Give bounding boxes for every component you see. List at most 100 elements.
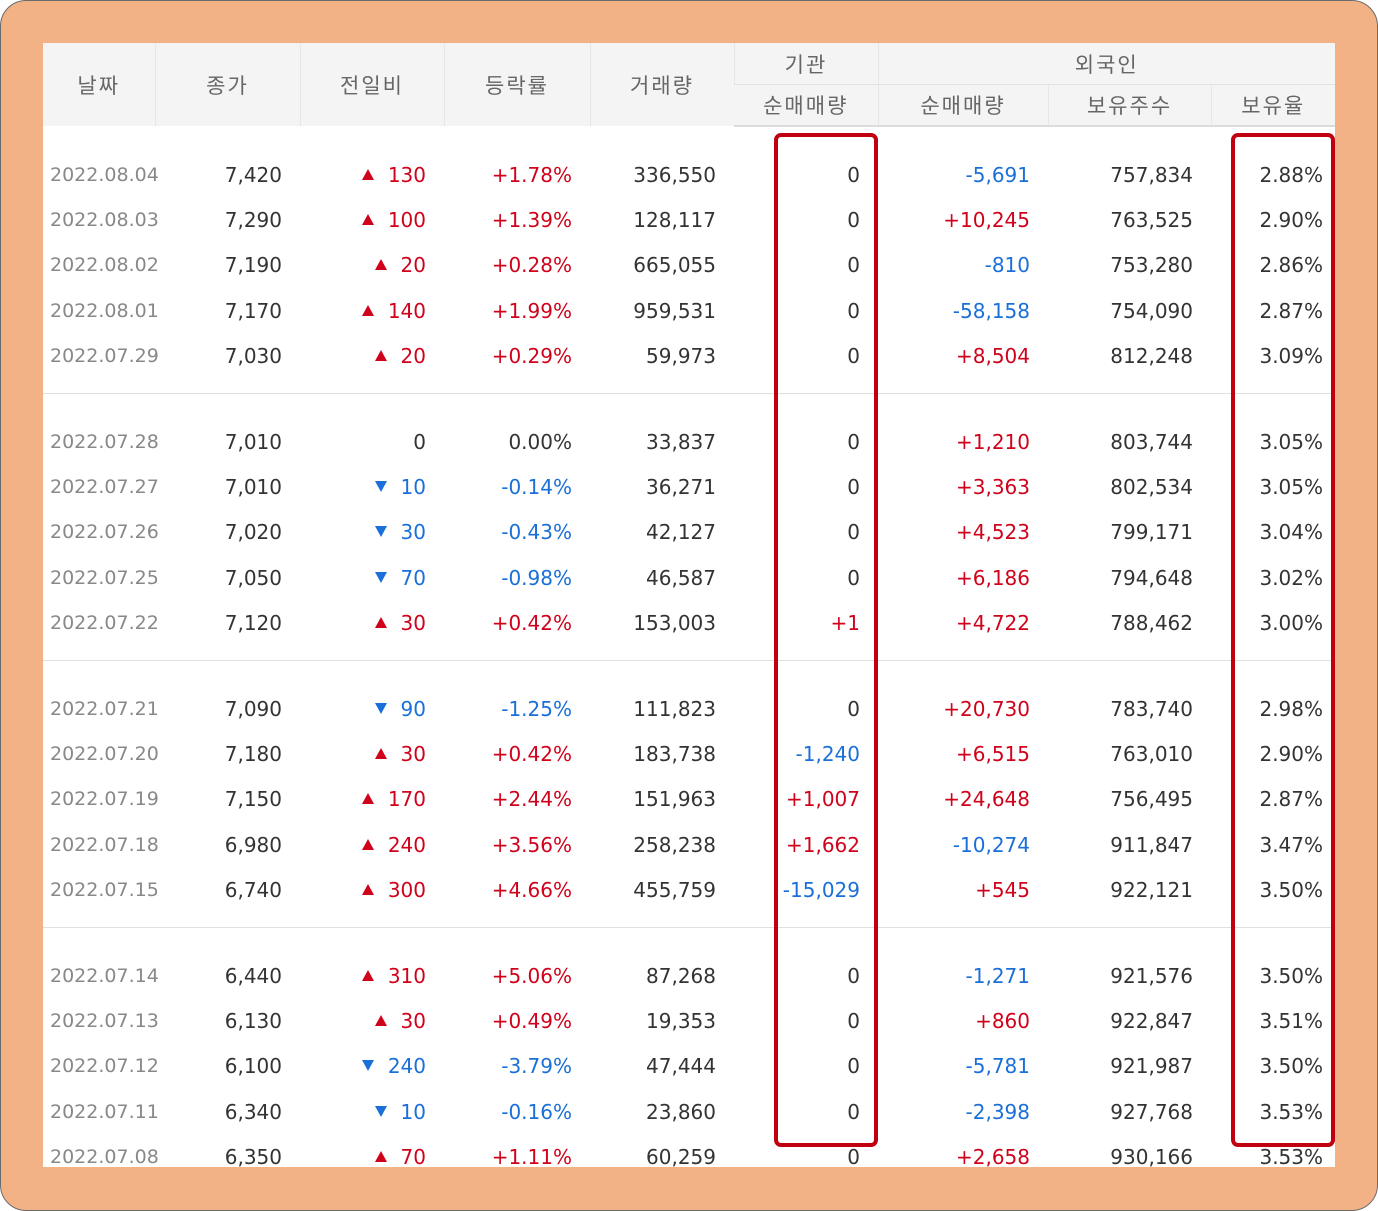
spacer-cell: [43, 646, 1335, 660]
stock-table-panel: 날짜 종가 전일비 등락률 거래량 기관 외국인 순매매량 순매매량 보유주수 …: [43, 43, 1335, 1167]
change-value: 0: [413, 429, 426, 454]
change-value: 30: [400, 1008, 426, 1033]
rate-cell: +5.06%: [491, 963, 572, 988]
volume-cell: 23,860: [646, 1099, 716, 1124]
change-cell: 10: [300, 464, 444, 509]
volume-cell: 151,963: [633, 787, 716, 812]
volume-cell: 258,238: [633, 832, 716, 857]
foreign-shares-cell: 922,847: [1110, 1008, 1193, 1033]
change-value: 20: [400, 253, 426, 278]
header-date: 날짜: [43, 43, 155, 126]
rate-cell: -0.98%: [501, 565, 572, 590]
change-cell: 30: [300, 998, 444, 1043]
volume-cell: 42,127: [646, 520, 716, 545]
change-cell: 310: [300, 953, 444, 998]
highlight-box-ratio: [1231, 133, 1335, 1147]
date-cell: 2022.07.08: [50, 1146, 159, 1167]
change-cell: 70: [300, 555, 444, 600]
volume-cell: 128,117: [633, 208, 716, 233]
triangle-down-icon: [374, 1105, 387, 1117]
rate-cell: 0.00%: [508, 429, 572, 454]
date-cell: 2022.07.26: [50, 521, 159, 544]
foreign-net-cell: -58,158: [952, 298, 1030, 323]
foreign-net-cell: +20,730: [943, 696, 1030, 721]
date-cell: 2022.08.02: [50, 254, 159, 277]
change-value: 30: [400, 520, 426, 545]
rate-cell: -0.14%: [501, 475, 572, 500]
header-institution: 기관: [733, 43, 878, 85]
daily-trading-table: 날짜 종가 전일비 등락률 거래량 기관 외국인 순매매량 순매매량 보유주수 …: [43, 43, 1335, 1167]
change-value: 30: [400, 741, 426, 766]
spacer-cell: [43, 126, 1335, 152]
triangle-up-icon: [361, 214, 374, 226]
close-cell: 7,180: [224, 741, 282, 766]
foreign-shares-cell: 788,462: [1110, 611, 1193, 636]
table-row: 2022.07.29 7,030 20 +0.29% 59,973 0 +8,504 812,…: [43, 334, 1335, 379]
volume-cell: 665,055: [633, 253, 716, 278]
close-cell: 7,090: [224, 696, 282, 721]
triangle-up-icon: [361, 969, 374, 981]
change-value: 90: [400, 696, 426, 721]
change-cell: 90: [300, 686, 444, 731]
table-row: 2022.07.08 6,350 70 +1.11% 60,259 0 +2,658 930,…: [43, 1134, 1335, 1167]
foreign-net-cell: +4,722: [955, 611, 1030, 636]
table-body: 2022.08.04 7,420 130 +1.78% 336,550 0 -5,691 75…: [43, 126, 1335, 1167]
row-spacer: [43, 126, 1335, 152]
date-cell: 2022.07.14: [50, 964, 159, 987]
date-cell: 2022.07.11: [50, 1100, 159, 1123]
triangle-up-icon: [374, 259, 387, 271]
triangle-down-icon: [374, 702, 387, 714]
close-cell: 7,010: [224, 429, 282, 454]
date-cell: 2022.07.25: [50, 566, 159, 589]
foreign-shares-cell: 921,576: [1110, 963, 1193, 988]
header-change: 전일비: [299, 43, 444, 126]
foreign-shares-cell: 803,744: [1110, 429, 1193, 454]
change-value: 100: [387, 208, 426, 233]
volume-cell: 33,837: [646, 429, 716, 454]
change-value: 70: [400, 1145, 426, 1167]
foreign-shares-cell: 922,121: [1110, 878, 1193, 903]
triangle-down-icon: [361, 1060, 374, 1072]
date-cell: 2022.07.28: [50, 430, 159, 453]
table-row: 2022.07.25 7,050 70 -0.98% 46,587 0 +6,186 794,…: [43, 555, 1335, 600]
triangle-down-icon: [374, 571, 387, 583]
foreign-shares-cell: 783,740: [1110, 696, 1193, 721]
volume-cell: 111,823: [633, 696, 716, 721]
header-close: 종가: [154, 43, 300, 126]
triangle-up-icon: [374, 747, 387, 759]
triangle-up-icon: [361, 168, 374, 180]
change-value: 140: [387, 298, 426, 323]
foreign-net-cell: +24,648: [943, 787, 1030, 812]
change-cell: 300: [300, 867, 444, 912]
foreign-net-cell: +6,515: [955, 741, 1030, 766]
foreign-shares-cell: 754,090: [1110, 298, 1193, 323]
triangle-up-icon: [374, 1151, 387, 1163]
volume-cell: 336,550: [633, 162, 716, 187]
date-cell: 2022.07.21: [50, 697, 159, 720]
foreign-shares-cell: 763,525: [1110, 208, 1193, 233]
foreign-shares-cell: 753,280: [1110, 253, 1193, 278]
row-spacer: [43, 928, 1335, 953]
close-cell: 6,980: [224, 832, 282, 857]
date-cell: 2022.08.04: [50, 163, 159, 186]
change-cell: 10: [300, 1089, 444, 1134]
change-cell: 70: [300, 1134, 444, 1167]
foreign-net-cell: -2,398: [965, 1099, 1030, 1124]
spacer-cell: [43, 661, 1335, 686]
foreign-net-cell: -810: [984, 253, 1030, 278]
foreign-net-cell: +860: [975, 1008, 1030, 1033]
header-foreign-net: 순매매량: [877, 84, 1048, 127]
foreign-net-cell: +10,245: [943, 208, 1030, 233]
row-spacer: [43, 913, 1335, 927]
date-cell: 2022.08.01: [50, 299, 159, 322]
rate-cell: +4.66%: [491, 878, 572, 903]
change-value: 10: [400, 1099, 426, 1124]
close-cell: 6,740: [224, 878, 282, 903]
volume-cell: 959,531: [633, 298, 716, 323]
date-cell: 2022.07.27: [50, 476, 159, 499]
triangle-up-icon: [374, 350, 387, 362]
rate-cell: -0.43%: [501, 520, 572, 545]
table-row: 2022.08.04 7,420 130 +1.78% 336,550 0 -5,691 75…: [43, 152, 1335, 197]
change-cell: 240: [300, 1044, 444, 1089]
triangle-up-icon: [361, 884, 374, 896]
